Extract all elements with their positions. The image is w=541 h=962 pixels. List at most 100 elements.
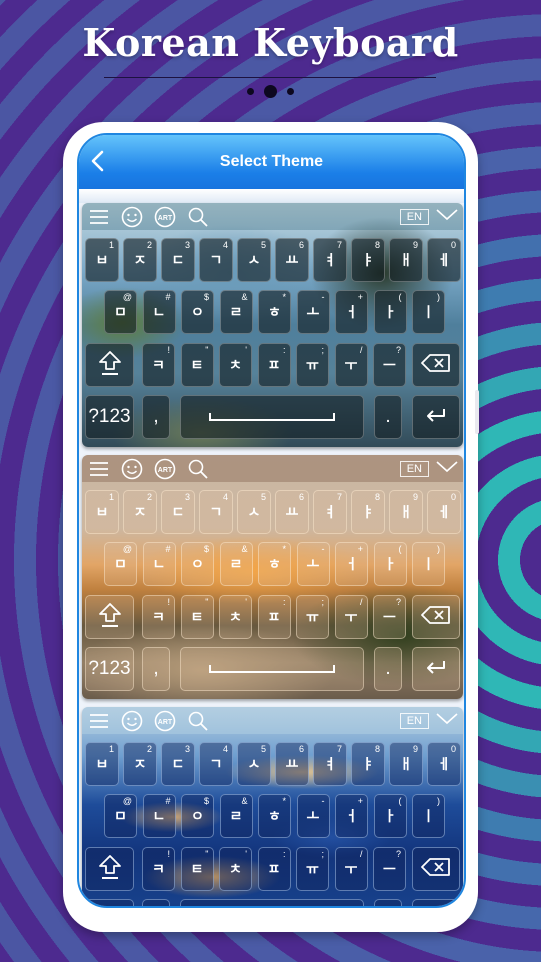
key[interactable]: ; ㅠ	[296, 595, 329, 639]
key[interactable]: :ㅍ	[257, 847, 291, 891]
backspace-key[interactable]	[412, 847, 460, 891]
key[interactable]: # ㄴ	[142, 290, 176, 334]
key[interactable]: ) ㅣ	[412, 290, 445, 334]
key[interactable]: ' ㅊ	[219, 847, 252, 891]
key[interactable]: 4ㄱ	[199, 238, 233, 282]
key[interactable]: ; ㅠ	[296, 847, 329, 891]
menu-icon[interactable]	[88, 206, 110, 228]
symbols-key[interactable]: ?123	[85, 647, 134, 691]
language-badge[interactable]: EN	[399, 460, 429, 477]
key[interactable]: 0ㅔ	[427, 742, 461, 786]
key[interactable]: & ㄹ	[219, 794, 253, 838]
search-icon[interactable]	[187, 206, 209, 228]
emoji-icon[interactable]	[121, 206, 143, 228]
key[interactable]: -ㅗ	[296, 542, 330, 586]
comma-key[interactable]: ,	[142, 647, 170, 691]
key[interactable]: 9ㅐ	[389, 490, 423, 534]
backspace-key[interactable]	[412, 343, 460, 387]
key[interactable]: 6ㅛ	[275, 238, 309, 282]
key[interactable]: 6ㅛ	[275, 742, 309, 786]
key[interactable]: ? ㅡ	[373, 595, 406, 639]
key[interactable]: + ㅓ	[335, 542, 368, 586]
key[interactable]: 5ㅅ	[237, 238, 271, 282]
key[interactable]: " ㅌ	[180, 343, 214, 387]
language-badge[interactable]: EN	[399, 208, 429, 225]
emoji-icon[interactable]	[121, 458, 143, 480]
key[interactable]: :ㅍ	[257, 343, 291, 387]
key[interactable]: $ ㅇ	[181, 542, 214, 586]
space-key[interactable]	[180, 647, 364, 691]
period-key[interactable]: .	[374, 899, 402, 906]
key[interactable]: 2ㅈ	[123, 238, 157, 282]
menu-icon[interactable]	[88, 458, 110, 480]
key[interactable]: 5ㅅ	[237, 490, 271, 534]
key[interactable]: $ ㅇ	[181, 290, 214, 334]
art-icon[interactable]: ART	[154, 710, 176, 732]
key[interactable]: 7ㅕ	[313, 490, 347, 534]
key[interactable]: + ㅓ	[335, 290, 368, 334]
key[interactable]: 1ㅂ	[85, 742, 119, 786]
key[interactable]: 0ㅔ	[427, 490, 461, 534]
chevron-down-icon[interactable]	[435, 711, 459, 730]
art-icon[interactable]: ART	[154, 206, 176, 228]
key[interactable]: 4ㄱ	[199, 742, 233, 786]
shift-key[interactable]	[85, 595, 134, 639]
key[interactable]: 9ㅐ	[389, 742, 423, 786]
shift-key[interactable]	[85, 343, 134, 387]
key[interactable]: :ㅍ	[257, 595, 291, 639]
key[interactable]: * ㅎ	[258, 542, 291, 586]
key[interactable]: 1ㅂ	[85, 490, 119, 534]
key[interactable]: 6ㅛ	[275, 490, 309, 534]
theme-card-beach-sunset[interactable]: ART EN 1ㅂ2ㅈ3ㄷ4ㄱ5ㅅ6ㅛ7ㅕ8ㅑ9ㅐ0ㅔ @ ㅁ # ㄴ $ ㅇ & ㄹ * ㅎ - ㅗ…	[82, 455, 463, 699]
chevron-left-icon[interactable]	[87, 149, 109, 173]
menu-icon[interactable]	[88, 710, 110, 732]
key[interactable]: * ㅎ	[258, 794, 291, 838]
key[interactable]: @ ㅁ	[104, 794, 137, 838]
period-key[interactable]: .	[374, 395, 402, 439]
key[interactable]: 5ㅅ	[237, 742, 271, 786]
comma-key[interactable]: ,	[142, 395, 170, 439]
key[interactable]: 3ㄷ	[161, 742, 195, 786]
key[interactable]: 2ㅈ	[123, 742, 157, 786]
enter-key[interactable]	[412, 647, 460, 691]
key[interactable]: 3ㄷ	[161, 238, 195, 282]
enter-key[interactable]	[412, 395, 460, 439]
key[interactable]: / ㅜ	[334, 847, 368, 891]
key[interactable]: ' ㅊ	[219, 343, 252, 387]
key[interactable]: (ㅏ	[373, 542, 407, 586]
key[interactable]: 8ㅑ	[351, 742, 385, 786]
key[interactable]: ! ㅋ	[142, 847, 175, 891]
space-key[interactable]	[180, 899, 364, 906]
key[interactable]: ) ㅣ	[412, 794, 445, 838]
key[interactable]: ? ㅡ	[373, 847, 406, 891]
chevron-down-icon[interactable]	[435, 459, 459, 478]
key[interactable]: ' ㅊ	[219, 595, 252, 639]
comma-key[interactable]: ,	[142, 899, 170, 906]
key[interactable]: 8ㅑ	[351, 238, 385, 282]
key[interactable]: ? ㅡ	[373, 343, 406, 387]
key[interactable]: @ ㅁ	[104, 290, 137, 334]
key[interactable]: 1ㅂ	[85, 238, 119, 282]
key[interactable]: / ㅜ	[334, 595, 368, 639]
key[interactable]: ; ㅠ	[296, 343, 329, 387]
backspace-key[interactable]	[412, 595, 460, 639]
search-icon[interactable]	[187, 710, 209, 732]
theme-card-blue-clouds[interactable]: ART EN 1ㅂ2ㅈ3ㄷ4ㄱ5ㅅ6ㅛ7ㅕ8ㅑ9ㅐ0ㅔ @ ㅁ # ㄴ $ ㅇ & ㄹ * ㅎ - ㅗ…	[82, 707, 463, 906]
key[interactable]: 7ㅕ	[313, 742, 347, 786]
key[interactable]: 7ㅕ	[313, 238, 347, 282]
key[interactable]: " ㅌ	[180, 847, 214, 891]
enter-key[interactable]	[412, 899, 460, 906]
search-icon[interactable]	[187, 458, 209, 480]
key[interactable]: (ㅏ	[373, 290, 407, 334]
language-badge[interactable]: EN	[399, 712, 429, 729]
key[interactable]: # ㄴ	[142, 542, 176, 586]
key[interactable]: + ㅓ	[335, 794, 368, 838]
key[interactable]: 0ㅔ	[427, 238, 461, 282]
key[interactable]: # ㄴ	[142, 794, 176, 838]
symbols-key[interactable]: ?123	[85, 395, 134, 439]
theme-card-mountain-lake[interactable]: ART EN 1ㅂ2ㅈ3ㄷ4ㄱ5ㅅ6ㅛ7ㅕ8ㅑ9ㅐ0ㅔ @ ㅁ # ㄴ $ ㅇ & ㄹ * ㅎ - ㅗ…	[82, 203, 463, 447]
key[interactable]: $ ㅇ	[181, 794, 214, 838]
space-key[interactable]	[180, 395, 364, 439]
period-key[interactable]: .	[374, 647, 402, 691]
key[interactable]: * ㅎ	[258, 290, 291, 334]
